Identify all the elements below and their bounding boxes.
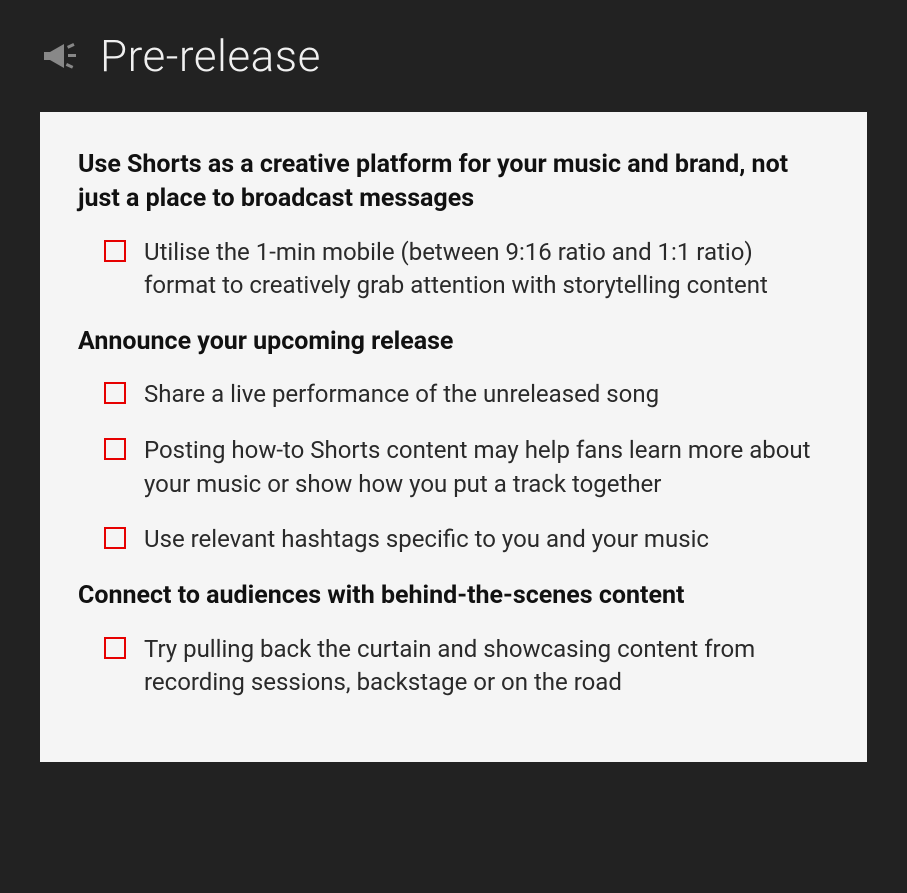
- item-text: Try pulling back the curtain and showcas…: [144, 633, 829, 700]
- checkbox-icon[interactable]: [104, 438, 126, 460]
- section-heading: Connect to audiences with behind-the-sce…: [78, 579, 829, 613]
- checkbox-icon[interactable]: [104, 527, 126, 549]
- section-heading: Announce your upcoming release: [78, 325, 829, 359]
- section-heading: Use Shorts as a creative platform for yo…: [78, 148, 829, 216]
- list-item: Utilise the 1-min mobile (between 9:16 r…: [104, 236, 829, 303]
- list-item: Share a live performance of the unreleas…: [104, 378, 829, 412]
- item-text: Utilise the 1-min mobile (between 9:16 r…: [144, 236, 829, 303]
- list-item: Posting how-to Shorts content may help f…: [104, 434, 829, 501]
- checklist: Utilise the 1-min mobile (between 9:16 r…: [78, 236, 829, 303]
- list-item: Try pulling back the curtain and showcas…: [104, 633, 829, 700]
- checklist: Share a live performance of the unreleas…: [78, 378, 829, 556]
- content-card: Use Shorts as a creative platform for yo…: [40, 112, 867, 762]
- megaphone-icon: [40, 36, 80, 76]
- page-header: Pre-release: [40, 30, 867, 82]
- item-text: Use relevant hashtags specific to you an…: [144, 523, 709, 557]
- page-title: Pre-release: [100, 30, 321, 82]
- checkbox-icon[interactable]: [104, 382, 126, 404]
- checkbox-icon[interactable]: [104, 637, 126, 659]
- checkbox-icon[interactable]: [104, 240, 126, 262]
- item-text: Share a live performance of the unreleas…: [144, 378, 659, 412]
- list-item: Use relevant hashtags specific to you an…: [104, 523, 829, 557]
- item-text: Posting how-to Shorts content may help f…: [144, 434, 829, 501]
- checklist: Try pulling back the curtain and showcas…: [78, 633, 829, 700]
